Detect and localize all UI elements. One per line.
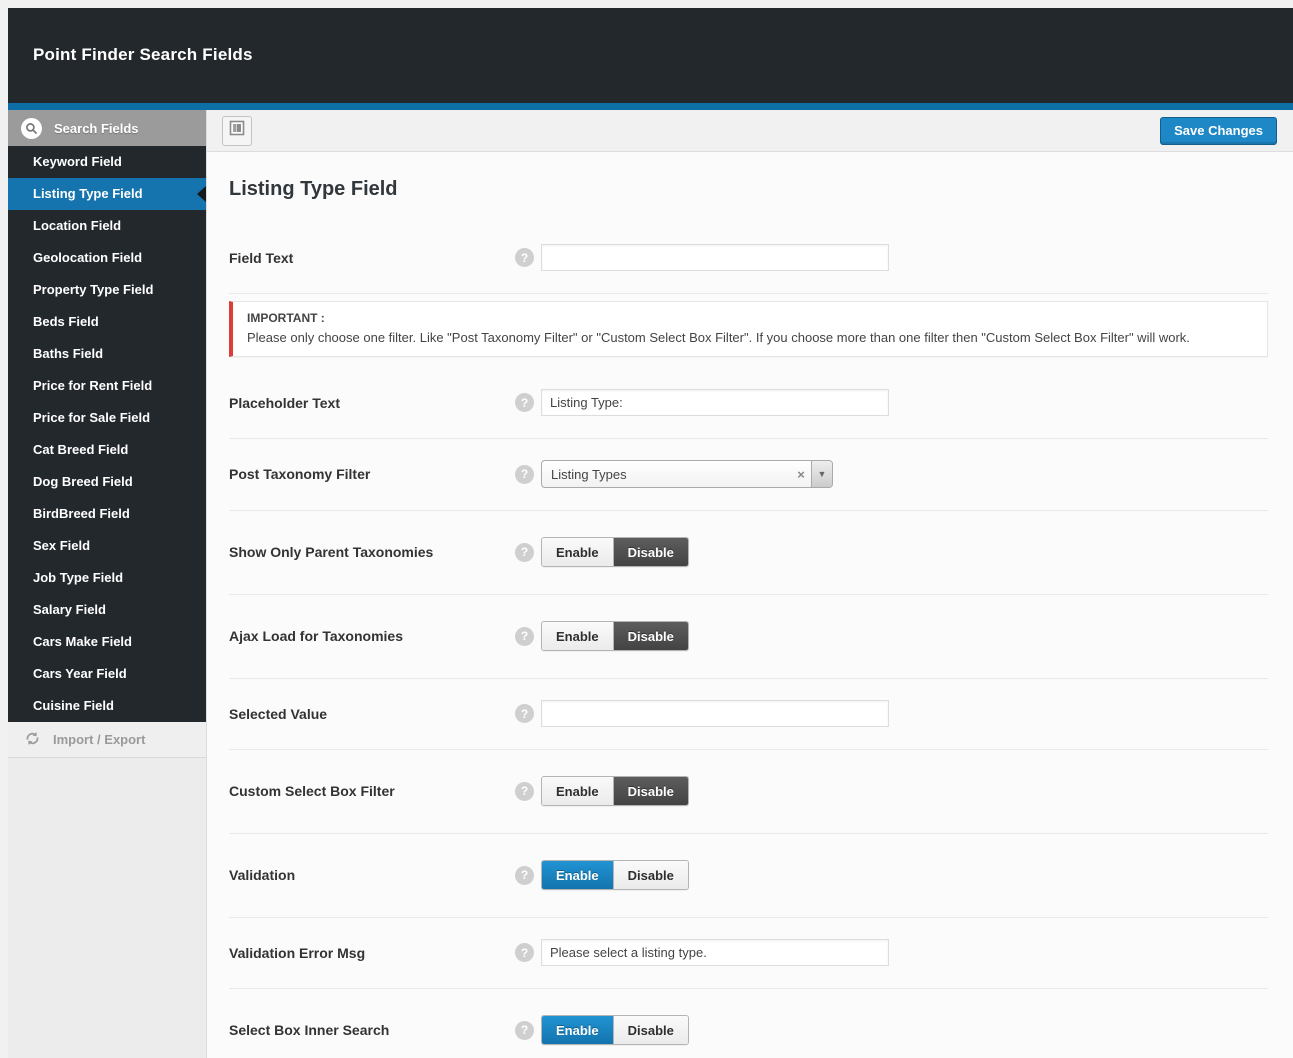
settings-form: Listing Type Field Field Text ? IMPORTAN… [207,152,1293,1058]
notice-title: IMPORTANT : [247,311,1253,325]
help-icon[interactable]: ? [515,543,534,562]
help-icon[interactable]: ? [515,1021,534,1040]
field-row-validation-error-msg: Validation Error Msg ? [229,918,1268,989]
sidebar-nav: Keyword Field Listing Type Field Locatio… [8,146,206,722]
disable-button[interactable]: Disable [613,777,688,805]
important-notice: IMPORTANT : Please only choose one filte… [229,301,1268,357]
sidebar-item-baths-field[interactable]: Baths Field [8,338,206,370]
sidebar: Search Fields Keyword Field Listing Type… [8,110,207,1058]
validation-error-msg-input[interactable] [541,939,889,966]
header-accent-bar [8,103,1293,110]
sidebar-item-cuisine-field[interactable]: Cuisine Field [8,690,206,722]
field-row-placeholder-text: Placeholder Text ? [229,368,1268,439]
field-label: Validation Error Msg [229,945,515,961]
clear-icon[interactable]: × [791,467,811,482]
help-icon[interactable]: ? [515,465,534,484]
field-row-post-taxonomy-filter: Post Taxonomy Filter ? Listing Types × ▼ [229,439,1268,511]
sidebar-item-job-type-field[interactable]: Job Type Field [8,562,206,594]
field-row-show-only-parent-taxonomies: Show Only Parent Taxonomies ? Enable Dis… [229,511,1268,595]
sidebar-item-listing-type-field[interactable]: Listing Type Field [8,178,206,210]
field-label: Selected Value [229,706,515,722]
save-button[interactable]: Save Changes [1160,117,1277,145]
help-icon[interactable]: ? [515,704,534,723]
help-icon[interactable]: ? [515,943,534,962]
field-label: Placeholder Text [229,395,515,411]
sidebar-item-keyword-field[interactable]: Keyword Field [8,146,206,178]
field-label: Validation [229,867,515,883]
sidebar-spacer [8,758,206,1058]
notice-body: Please only choose one filter. Like "Pos… [247,330,1253,345]
sidebar-item-cat-breed-field[interactable]: Cat Breed Field [8,434,206,466]
ajax-load-toggle: Enable Disable [541,621,689,651]
sidebar-item-price-for-rent-field[interactable]: Price for Rent Field [8,370,206,402]
help-icon[interactable]: ? [515,782,534,801]
field-text-input[interactable] [541,244,889,271]
field-label: Show Only Parent Taxonomies [229,544,515,560]
sidebar-item-sex-field[interactable]: Sex Field [8,530,206,562]
page-header: Point Finder Search Fields [8,8,1293,103]
disable-button[interactable]: Disable [613,622,688,650]
sync-icon [24,731,41,749]
section-heading: Listing Type Field [229,178,1268,201]
layout-icon [229,120,245,141]
field-row-field-text: Field Text ? [229,223,1268,294]
sidebar-header[interactable]: Search Fields [8,110,206,146]
sidebar-item-geolocation-field[interactable]: Geolocation Field [8,242,206,274]
sidebar-item-cars-make-field[interactable]: Cars Make Field [8,626,206,658]
help-icon[interactable]: ? [515,866,534,885]
sidebar-item-cars-year-field[interactable]: Cars Year Field [8,658,206,690]
chevron-down-icon[interactable]: ▼ [811,461,832,487]
disable-button[interactable]: Disable [613,861,688,889]
sidebar-item-beds-field[interactable]: Beds Field [8,306,206,338]
sidebar-item-birdbreed-field[interactable]: BirdBreed Field [8,498,206,530]
help-icon[interactable]: ? [515,393,534,412]
sidebar-item-import-export[interactable]: Import / Export [8,722,206,758]
field-label: Ajax Load for Taxonomies [229,628,515,644]
field-label: Select Box Inner Search [229,1022,515,1038]
placeholder-text-input[interactable] [541,389,889,416]
field-label: Custom Select Box Filter [229,783,515,799]
layout-toggle-button[interactable] [222,116,252,146]
toolbar: Save Changes [207,110,1293,152]
field-row-ajax-load-for-taxonomies: Ajax Load for Taxonomies ? Enable Disabl… [229,595,1268,679]
plugin-panel: Point Finder Search Fields Search Fields… [8,8,1293,1058]
main-area: Save Changes Listing Type Field Field Te… [207,110,1293,1058]
show-only-parent-taxonomies-toggle: Enable Disable [541,537,689,567]
search-icon [21,118,42,139]
enable-button[interactable]: Enable [542,777,613,805]
validation-toggle: Enable Disable [541,860,689,890]
page-title: Point Finder Search Fields [33,45,1293,65]
field-row-validation: Validation ? Enable Disable [229,834,1268,918]
custom-select-box-filter-toggle: Enable Disable [541,776,689,806]
sidebar-item-property-type-field[interactable]: Property Type Field [8,274,206,306]
sidebar-item-salary-field[interactable]: Salary Field [8,594,206,626]
enable-button[interactable]: Enable [542,1016,613,1044]
post-taxonomy-select[interactable]: Listing Types × ▼ [541,460,833,488]
disable-button[interactable]: Disable [613,1016,688,1044]
sidebar-item-price-for-sale-field[interactable]: Price for Sale Field [8,402,206,434]
help-icon[interactable]: ? [515,248,534,267]
import-export-label: Import / Export [53,732,145,747]
selected-value-input[interactable] [541,700,889,727]
help-icon[interactable]: ? [515,627,534,646]
selected-option-label: Listing Types [542,467,791,482]
sidebar-item-location-field[interactable]: Location Field [8,210,206,242]
enable-button[interactable]: Enable [542,538,613,566]
select-box-inner-search-toggle: Enable Disable [541,1015,689,1045]
field-row-custom-select-box-filter: Custom Select Box Filter ? Enable Disabl… [229,750,1268,834]
enable-button[interactable]: Enable [542,861,613,889]
disable-button[interactable]: Disable [613,538,688,566]
sidebar-item-dog-breed-field[interactable]: Dog Breed Field [8,466,206,498]
field-row-select-box-inner-search: Select Box Inner Search ? Enable Disable [229,989,1268,1058]
field-label: Field Text [229,250,515,266]
sidebar-header-label: Search Fields [54,121,139,136]
enable-button[interactable]: Enable [542,622,613,650]
field-row-selected-value: Selected Value ? [229,679,1268,750]
field-label: Post Taxonomy Filter [229,466,515,482]
